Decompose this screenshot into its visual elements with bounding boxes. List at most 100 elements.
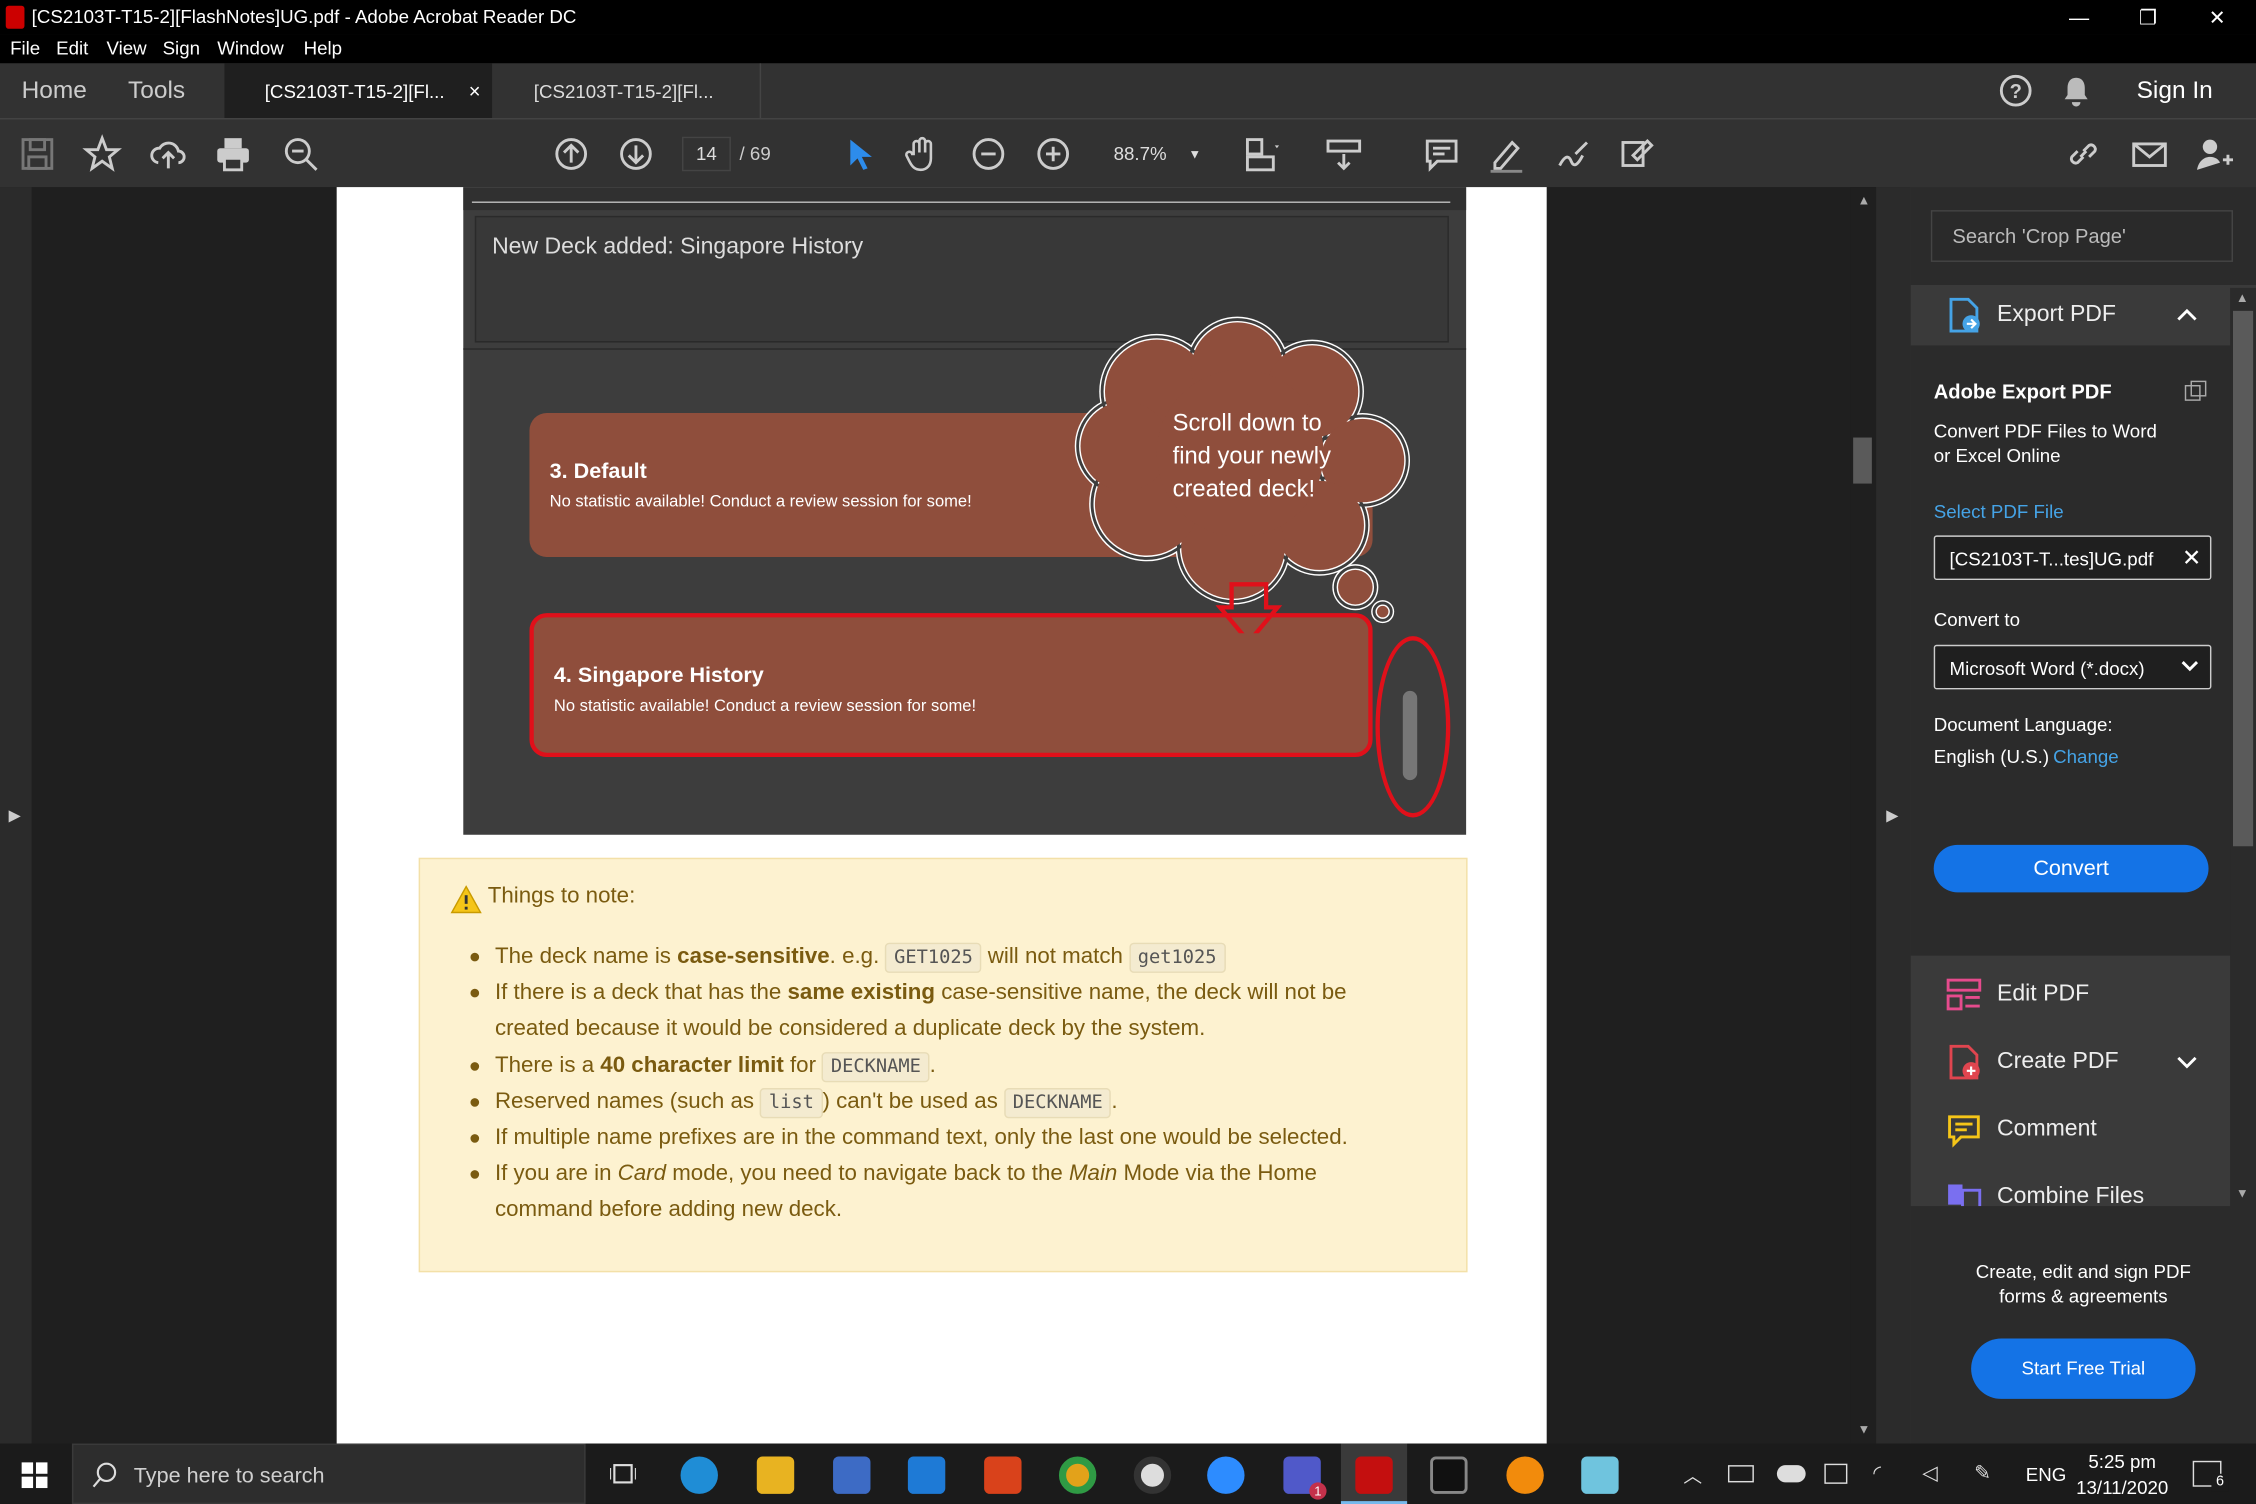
clock[interactable]: 5:25 pm 13/11/2020	[2072, 1449, 2173, 1501]
chevron-up-icon[interactable]	[2175, 305, 2198, 322]
help-icon[interactable]: ?	[1999, 74, 2032, 107]
edge-browser-icon[interactable]	[680, 1456, 718, 1494]
comment-icon[interactable]	[1422, 134, 1462, 174]
menu-help[interactable]: Help	[304, 37, 342, 59]
tool-comment[interactable]: Comment	[1945, 1107, 2097, 1153]
microsoft-store-icon[interactable]	[833, 1456, 871, 1494]
zoom-out-icon[interactable]	[968, 134, 1008, 174]
selected-file-field[interactable]: [CS2103T-T...tes]UG.pdf ✕	[1933, 535, 2212, 581]
tab-close-icon[interactable]: ×	[469, 79, 481, 102]
language-indicator[interactable]: ENG	[2026, 1464, 2067, 1486]
note-text: . e.g.	[829, 944, 886, 969]
page-number-input[interactable]: 14	[681, 136, 731, 172]
tab-home[interactable]: Home	[22, 63, 87, 118]
share-link-icon[interactable]	[2063, 134, 2103, 174]
office-icon[interactable]	[984, 1456, 1022, 1494]
upload-cloud-icon[interactable]	[148, 134, 188, 174]
task-view-icon[interactable]	[610, 1462, 636, 1485]
app-icon[interactable]	[1581, 1456, 1619, 1494]
collapse-right-pane-icon[interactable]: ▶	[1886, 806, 1898, 824]
tab-tools[interactable]: Tools	[128, 63, 185, 118]
scroll-up-icon[interactable]: ▲	[1857, 193, 1870, 207]
scroll-down-icon[interactable]: ▼	[2236, 1186, 2249, 1200]
taskbar-active-app[interactable]	[1340, 1443, 1408, 1504]
scroll-down-icon[interactable]: ▼	[1857, 1422, 1870, 1436]
sign-in-button[interactable]: Sign In	[2137, 63, 2213, 118]
bookmark-star-icon[interactable]	[82, 134, 122, 174]
notification-bell-icon[interactable]	[2062, 75, 2091, 107]
edit-pdf-icon[interactable]	[1617, 134, 1657, 174]
deck-card-singapore-history: 4. Singapore History No statistic availa…	[529, 613, 1373, 758]
previous-page-icon[interactable]	[551, 134, 591, 174]
pen-icon[interactable]: ✎	[1974, 1461, 1991, 1485]
file-explorer-icon[interactable]	[756, 1456, 795, 1494]
hand-tool-icon[interactable]	[902, 134, 942, 174]
tool-edit-pdf[interactable]: Edit PDF	[1945, 971, 2089, 1017]
chrome-browser-icon[interactable]	[1058, 1456, 1097, 1494]
wifi-icon[interactable]: ◜	[1873, 1461, 1881, 1485]
scroll-up-icon[interactable]: ▲	[2236, 291, 2249, 305]
deck-card-title: 4. Singapore History	[553, 663, 764, 688]
scroll-mode-icon[interactable]	[1324, 134, 1364, 174]
format-select[interactable]: Microsoft Word (*.docx)	[1933, 644, 2212, 690]
clear-file-icon[interactable]: ✕	[2182, 544, 2201, 573]
search-tools-input[interactable]: Search 'Crop Page'	[1930, 210, 2233, 262]
tab-document-active[interactable]: [CS2103T-T15-2][Fl... ×	[224, 63, 493, 119]
show-hidden-icons[interactable]: ︿	[1683, 1461, 1702, 1488]
menu-file[interactable]: File	[10, 37, 40, 59]
next-page-icon[interactable]	[616, 134, 656, 174]
tool-create-pdf[interactable]: Create PDF	[1945, 1039, 2119, 1085]
terminal-icon[interactable]	[1430, 1456, 1468, 1494]
print-icon[interactable]	[213, 134, 253, 174]
mail-icon[interactable]	[907, 1456, 946, 1494]
scrollbar-thumb[interactable]	[1853, 437, 1872, 484]
convert-button[interactable]: Convert	[1933, 844, 2209, 893]
onedrive-icon[interactable]	[1776, 1465, 1806, 1483]
scrollbar-thumb[interactable]	[2232, 310, 2254, 847]
email-icon[interactable]	[2129, 134, 2169, 174]
zoom-app-icon[interactable]	[1207, 1456, 1245, 1494]
restore-icon[interactable]: ❐	[2115, 0, 2181, 35]
promo-text: forms & agreements	[1999, 1285, 2168, 1307]
battery-icon[interactable]	[1727, 1465, 1754, 1483]
tray-app-icon[interactable]	[1824, 1463, 1848, 1484]
app-top-strip	[463, 187, 1467, 211]
close-icon[interactable]: ✕	[2184, 0, 2250, 35]
windows-start-icon[interactable]	[21, 1462, 48, 1489]
list-item: If multiple name prefixes are in the com…	[470, 1120, 1348, 1156]
app-icon[interactable]	[1506, 1456, 1544, 1494]
start-free-trial-button[interactable]: Start Free Trial	[1971, 1338, 2196, 1399]
taskbar-search-box[interactable]: Type here to search	[71, 1443, 586, 1504]
save-icon[interactable]	[17, 134, 57, 174]
tab-document-2[interactable]: [CS2103T-T15-2][Fl...	[494, 63, 762, 119]
menu-window[interactable]: Window	[217, 37, 284, 59]
notification-center-icon[interactable]: 6	[2192, 1460, 2229, 1492]
note-bold: 40 character limit	[600, 1053, 784, 1078]
volume-icon[interactable]: ◁	[1922, 1461, 1938, 1485]
right-pane-gutter: ▶	[1876, 187, 1911, 1444]
expand-left-pane-icon[interactable]: ▶	[9, 806, 21, 824]
search-app-icon[interactable]	[1133, 1456, 1172, 1494]
add-user-icon[interactable]	[2194, 134, 2234, 174]
sidebar-scrollbar[interactable]: ▲ ▼	[2230, 287, 2256, 1207]
callout-line: find your newly	[1172, 443, 1331, 470]
menu-view[interactable]: View	[106, 37, 146, 59]
change-language-link[interactable]: Change	[2053, 746, 2119, 768]
zoom-level-dropdown[interactable]: 88.7% ▼	[1102, 137, 1203, 172]
zoom-in-icon[interactable]	[1033, 134, 1073, 174]
find-zoom-icon[interactable]	[281, 134, 321, 174]
document-scrollbar[interactable]: ▲ ▼	[1850, 187, 1877, 1444]
teams-icon[interactable]: 1	[1283, 1456, 1327, 1500]
menu-sign[interactable]: Sign	[163, 37, 200, 59]
page-display-icon[interactable]	[1240, 134, 1280, 174]
copy-icon[interactable]	[2184, 380, 2207, 403]
chevron-down-icon[interactable]	[2175, 1055, 2198, 1072]
export-pdf-header[interactable]: Export PDF	[1945, 292, 2116, 338]
highlight-pen-icon[interactable]	[1486, 134, 1526, 174]
menu-edit[interactable]: Edit	[56, 37, 88, 59]
select-cursor-icon[interactable]	[837, 134, 877, 174]
fill-sign-icon[interactable]	[1552, 134, 1592, 174]
select-pdf-link[interactable]: Select PDF File	[1934, 501, 2064, 523]
minimize-icon[interactable]: —	[2046, 0, 2112, 35]
convert-desc: or Excel Online	[1933, 444, 2061, 467]
